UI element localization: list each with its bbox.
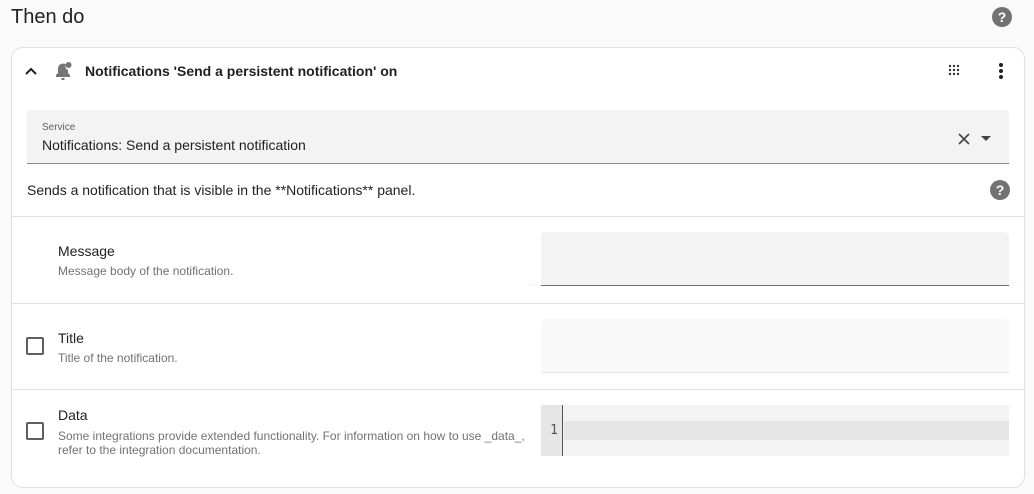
message-description: Message body of the notification. xyxy=(58,264,234,278)
dropdown-arrow-icon[interactable] xyxy=(980,135,992,143)
title-label: Title xyxy=(58,330,84,346)
bell-icon xyxy=(56,62,72,80)
chevron-up-icon[interactable] xyxy=(24,64,38,78)
title-description: Title of the notification. xyxy=(58,351,178,365)
section-title: Then do xyxy=(11,6,85,28)
service-value: Notifications: Send a persistent notific… xyxy=(42,137,306,153)
divider xyxy=(11,303,1025,304)
service-select[interactable]: Service Notifications: Send a persistent… xyxy=(27,110,1009,164)
help-icon[interactable]: ? xyxy=(992,7,1012,27)
title-input[interactable] xyxy=(541,319,1009,373)
message-input[interactable] xyxy=(541,232,1009,286)
action-header: Notifications 'Send a persistent notific… xyxy=(85,63,398,79)
data-checkbox[interactable] xyxy=(26,422,44,440)
active-line xyxy=(564,421,1009,440)
divider xyxy=(11,389,1025,390)
title-checkbox[interactable] xyxy=(26,337,44,355)
divider xyxy=(11,216,1025,217)
clear-icon[interactable] xyxy=(958,133,970,145)
drag-handle-icon[interactable] xyxy=(948,64,962,78)
service-help-icon[interactable]: ? xyxy=(990,180,1010,200)
data-label: Data xyxy=(58,407,88,423)
service-description: Sends a notification that is visible in … xyxy=(27,182,416,198)
data-description: Some integrations provide extended funct… xyxy=(58,429,525,457)
data-code-editor[interactable]: 1 xyxy=(541,405,1009,456)
more-vert-icon[interactable] xyxy=(996,62,1006,80)
service-label: Service xyxy=(42,122,76,133)
message-label: Message xyxy=(58,243,115,259)
line-number: 1 xyxy=(541,405,563,456)
